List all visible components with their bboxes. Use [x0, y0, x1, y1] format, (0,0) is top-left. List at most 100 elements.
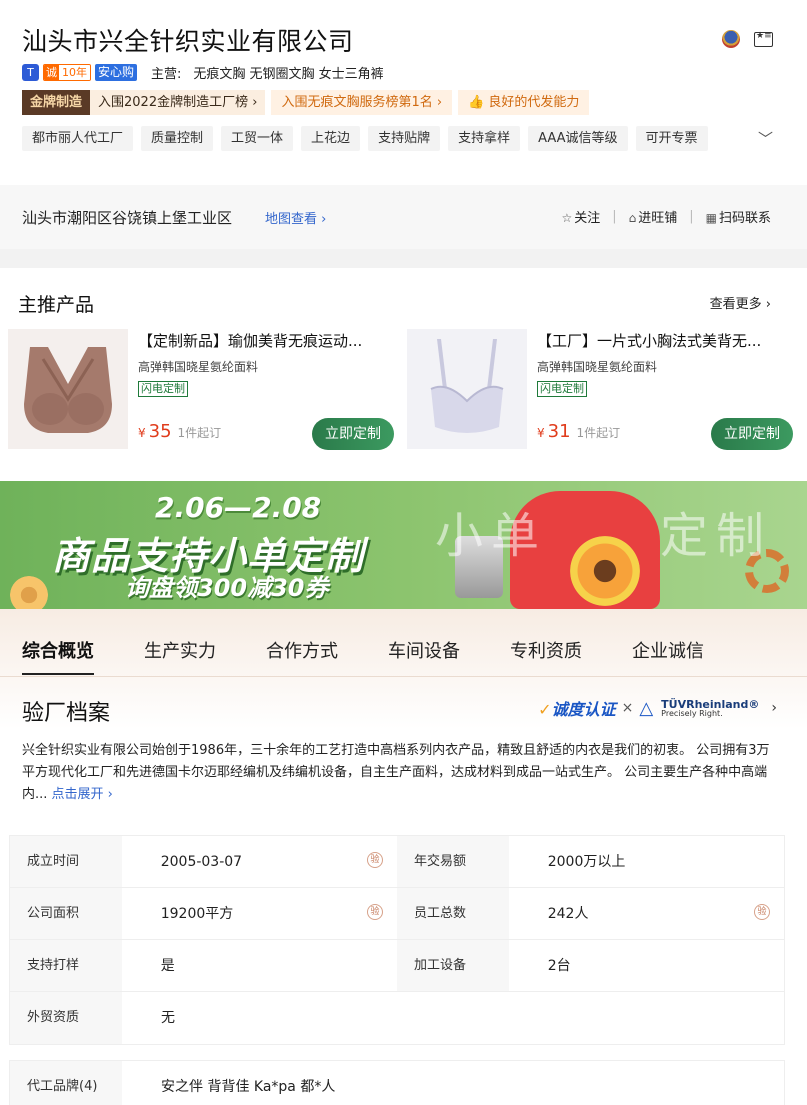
integrity-cert-logo: ✓诚度认证 [538, 696, 615, 720]
tuv-triangle-icon: △ [639, 697, 654, 719]
chip[interactable]: 工贸一体 [221, 126, 294, 151]
chevron-right-icon[interactable]: › [771, 700, 777, 716]
banner-subline: 询盘领300减30券 [125, 574, 329, 602]
customize-now-button[interactable]: 立即定制 [312, 418, 394, 450]
field-label: 外贸资质 [10, 992, 122, 1044]
tab-patents[interactable]: 专利资质 [510, 637, 582, 675]
verified-icon: 验 [754, 904, 770, 920]
follow-button[interactable]: ☆ 关注 [561, 207, 600, 226]
verified-icon: 验 [367, 852, 383, 868]
gold-manufacture-badge[interactable]: 金牌制造 入围2022金牌制造工厂榜 › [22, 90, 266, 115]
field-label: 成立时间 [10, 836, 122, 887]
field-value: 242人 验 [509, 888, 784, 939]
chevron-down-icon[interactable]: ﹀ [758, 128, 773, 149]
flower-image [570, 536, 640, 606]
follow-label: 关注 [574, 211, 601, 226]
field-label: 加工设备 [397, 940, 509, 991]
main-business-label: 主营: [151, 67, 182, 82]
field-label: 员工总数 [397, 888, 509, 939]
customize-now-button[interactable]: 立即定制 [711, 418, 793, 450]
main-business-text: 无痕文胸 无钢圈文胸 女士三角裤 [193, 67, 384, 82]
tuv-name: TÜVRheinland® [661, 697, 760, 711]
expand-link[interactable]: 点击展开 › [52, 787, 113, 802]
shop-icon: ⌂ [628, 211, 637, 225]
tab-integrity[interactable]: 企业诚信 [632, 637, 704, 675]
enter-shop-label: 进旺铺 [638, 211, 678, 226]
profile-tabs: 综合概览 生产实力 合作方式 车间设备 专利资质 企业诚信 [22, 637, 754, 675]
min-order: 1件起订 [177, 426, 222, 440]
integrity-cert-text: 诚度认证 [551, 700, 616, 719]
chip[interactable]: 质量控制 [141, 126, 214, 151]
chip[interactable]: 支持拿样 [448, 126, 521, 151]
currency-symbol: ¥ [537, 426, 545, 440]
business-card-icon[interactable] [754, 31, 773, 47]
field-value: 无 [122, 992, 398, 1044]
promo-banner[interactable]: 小单 定制 2.06—2.08 商品支持小单定制 询盘领300减30券 [0, 481, 807, 609]
certification-logos[interactable]: ✓诚度认证 × △ TÜVRheinland® Precisely Right.… [538, 696, 777, 720]
field-value-text: 2000万以上 [547, 854, 626, 870]
tab-production[interactable]: 生产实力 [144, 637, 216, 675]
product-image[interactable] [8, 329, 128, 449]
field-value-text: 242人 [547, 906, 589, 922]
section-divider [0, 249, 807, 268]
tuv-slogan: Precisely Right. [661, 708, 723, 718]
service-rank-link[interactable]: 入围无痕文胸服务榜第1名 › [271, 90, 453, 115]
chip[interactable]: 支持贴牌 [368, 126, 441, 151]
tab-equipment[interactable]: 车间设备 [388, 637, 460, 675]
tab-overview[interactable]: 综合概览 [22, 637, 94, 675]
cheng-years: 10年 [59, 65, 90, 80]
product-price: ¥31 1件起订 [537, 421, 620, 442]
company-profile: 综合概览 生产实力 合作方式 车间设备 专利资质 企业诚信 验厂档案 ✓诚度认证… [0, 609, 807, 1105]
map-view-link[interactable]: 地图查看 › [265, 208, 326, 227]
divider: | [612, 209, 617, 224]
address-actions: ☆ 关注 | ⌂ 进旺铺 | ▦ 扫码联系 [561, 207, 771, 226]
banner-date: 2.06—2.08 [155, 491, 322, 524]
field-value-text: 是 [160, 958, 175, 974]
product-title[interactable]: 【工厂】一片式小胸法式美背无... [537, 330, 787, 351]
cert-times: × [621, 700, 634, 716]
banner-deco-text: 定制 [660, 508, 773, 564]
field-value-text: 2台 [547, 958, 571, 974]
field-value: 安之伴 背背佳 Ka*pa 都*人 [161, 1079, 336, 1095]
header-icons [722, 30, 773, 48]
address-bar: 汕头市潮阳区谷饶镇上堡工业区 地图查看 › ☆ 关注 | ⌂ 进旺铺 | ▦ 扫码联系 [0, 185, 807, 249]
featured-products: 主推产品 查看更多 › 【定制新品】瑜伽美背无痕运动... 高弹韩国晓星氨纶面料… [0, 268, 807, 466]
check-icon: ✓ [538, 700, 552, 719]
good-ability-tag: 👍 良好的代发能力 [458, 90, 590, 115]
police-badge-icon[interactable] [722, 30, 740, 48]
field-label: 支持打样 [10, 940, 122, 991]
tab-cooperation[interactable]: 合作方式 [266, 637, 338, 675]
gold-rank: 入围2022金牌制造工厂榜 › [90, 90, 266, 115]
chip[interactable]: 上花边 [301, 126, 361, 151]
flash-custom-badge: 闪电定制 [537, 381, 587, 397]
divider: | [689, 209, 694, 224]
table-row: 支持打样 是 加工设备 2台 [10, 940, 784, 992]
field-label: 公司面积 [10, 888, 122, 939]
field-label: 代工品牌(4) [10, 1061, 122, 1105]
product-card[interactable]: 【工厂】一片式小胸法式美背无... 高弹韩国晓星氨纶面料 闪电定制 ¥31 1件起… [407, 329, 799, 450]
anxin-badge: 安心购 [95, 64, 138, 81]
product-card[interactable]: 【定制新品】瑜伽美背无痕运动... 高弹韩国晓星氨纶面料 闪电定制 ¥35 1件起… [8, 329, 400, 450]
view-more-link[interactable]: 查看更多 › [710, 293, 771, 312]
product-subtitle: 高弹韩国晓星氨纶面料 [537, 360, 658, 374]
product-info: 【定制新品】瑜伽美背无痕运动... 高弹韩国晓星氨纶面料 闪电定制 [138, 329, 400, 397]
table-row: 外贸资质 无 [10, 992, 784, 1044]
tmall-t-icon: T [22, 64, 39, 81]
chip[interactable]: 都市丽人代工厂 [22, 126, 134, 151]
enter-shop-button[interactable]: ⌂ 进旺铺 [629, 207, 678, 226]
field-value: 是 [122, 940, 397, 991]
product-image[interactable] [407, 329, 527, 449]
product-price: ¥35 1件起订 [138, 421, 221, 442]
product-title[interactable]: 【定制新品】瑜伽美背无痕运动... [138, 330, 388, 351]
tuv-logo: TÜVRheinland® Precisely Right. [661, 699, 759, 718]
chip[interactable]: 可开专票 [635, 126, 708, 151]
field-value: 2台 [509, 940, 784, 991]
description-text: 兴全针织实业有限公司始创于1986年，三十余年的工艺打造中高档系列内衣产品，精致… [22, 743, 770, 802]
oem-brands-row: 代工品牌(4) 安之伴 背背佳 Ka*pa 都*人 [9, 1060, 785, 1105]
field-value: 19200平方 验 [122, 888, 397, 939]
field-value-text: 无 [161, 1010, 175, 1026]
scan-contact-button[interactable]: ▦ 扫码联系 [706, 207, 771, 226]
field-label: 年交易额 [397, 836, 509, 887]
thumbs-up-icon: 👍 [468, 95, 489, 110]
chip[interactable]: AAA诚信等级 [528, 126, 628, 151]
